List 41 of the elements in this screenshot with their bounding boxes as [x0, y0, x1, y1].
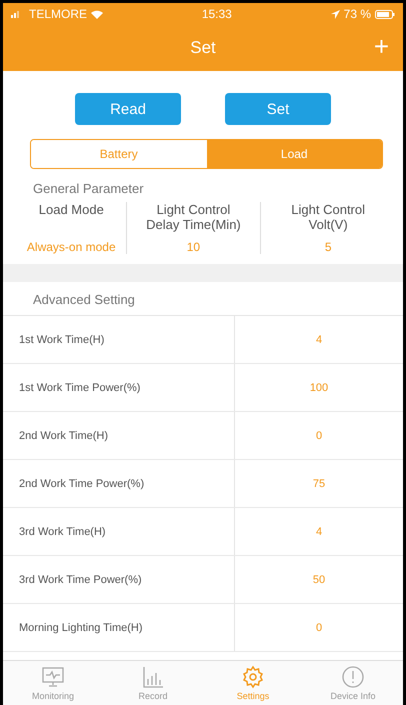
action-button[interactable]: Set — [225, 93, 331, 125]
segment-tab[interactable]: Load — [206, 140, 382, 168]
tab-bar-item[interactable]: Device Info — [303, 661, 403, 705]
battery-icon — [375, 10, 395, 18]
tab-bar-item[interactable]: Monitoring — [3, 661, 103, 705]
section-title: Advanced Setting — [3, 282, 403, 316]
carrier-name: TELMORE — [29, 7, 88, 21]
section-title: General Parameter — [32, 180, 145, 196]
setting-value[interactable]: 4 — [235, 316, 403, 363]
parameter-label: Light Control Volt(V) — [290, 202, 366, 232]
parameter-value[interactable]: 5 — [324, 240, 332, 254]
location-icon — [330, 10, 340, 18]
parameter-value[interactable]: Always-on mode — [26, 240, 116, 254]
setting-value[interactable]: 50 — [235, 556, 403, 603]
setting-value[interactable]: 0 — [235, 604, 403, 651]
setting-label: 2nd Work Time(H) — [3, 412, 235, 459]
setting-label: Morning Lighting Time(H) — [3, 604, 235, 651]
setting-value[interactable]: 0 — [235, 412, 403, 459]
parameter-value[interactable]: 10 — [186, 240, 200, 254]
setting-label: 1st Work Time Power(%) — [3, 364, 235, 411]
tab-bar-item[interactable]: Record — [103, 661, 203, 705]
clock-time: 15:33 — [202, 7, 232, 21]
tab-bar-item[interactable]: Settings — [203, 661, 303, 705]
settings-icon — [241, 665, 265, 689]
setting-value[interactable]: 4 — [235, 508, 403, 555]
monitor-icon — [41, 665, 65, 689]
page-title: Set — [190, 38, 216, 58]
parameter-label: Load Mode — [38, 202, 104, 217]
setting-label: 2nd Work Time Power(%) — [3, 460, 235, 507]
wifi-icon — [91, 10, 104, 18]
parameter-label: Light Control Delay Time(Min) — [145, 202, 242, 232]
action-button[interactable]: Read — [75, 93, 181, 125]
add-button[interactable]: + — [374, 33, 389, 59]
bar-chart-icon — [141, 665, 165, 689]
setting-label: 3rd Work Time Power(%) — [3, 556, 235, 603]
info-icon — [341, 665, 365, 689]
setting-value[interactable]: 75 — [235, 460, 403, 507]
setting-label: 3rd Work Time(H) — [3, 508, 235, 555]
setting-label: 1st Work Time(H) — [3, 316, 235, 363]
setting-value[interactable]: 100 — [235, 364, 403, 411]
battery-percent: 73 % — [344, 7, 371, 21]
